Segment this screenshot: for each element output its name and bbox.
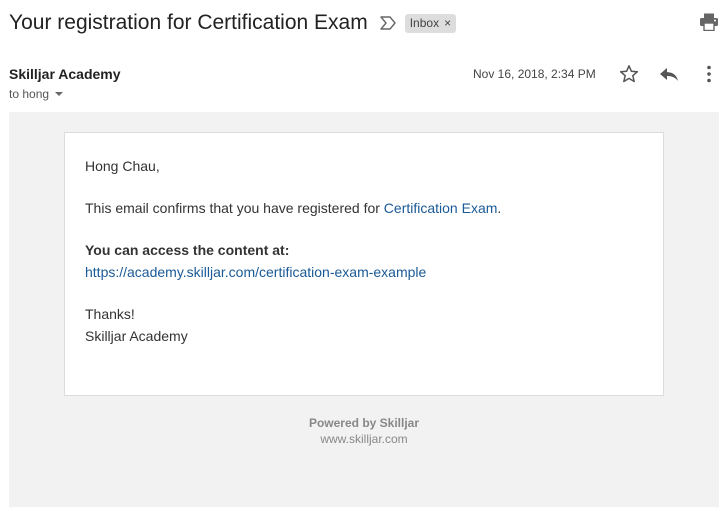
email-card: Hong Chau, This email confirms that you … xyxy=(64,132,664,396)
recipient-toggle[interactable]: to hong xyxy=(9,87,64,101)
email-body: Hong Chau, This email confirms that you … xyxy=(9,112,719,507)
reply-icon[interactable] xyxy=(658,66,680,82)
confirm-suffix: . xyxy=(497,200,502,216)
sender-name: Skilljar Academy xyxy=(9,66,121,82)
access-url-link[interactable]: https://academy.skilljar.com/certificati… xyxy=(85,264,426,280)
remove-label-icon[interactable]: × xyxy=(444,16,451,30)
email-footer: Powered by Skilljar www.skilljar.com xyxy=(9,416,719,446)
label-arrow-icon[interactable] xyxy=(380,16,396,30)
email-subject: Your registration for Certification Exam xyxy=(9,11,368,34)
star-icon[interactable] xyxy=(619,64,639,84)
more-vert-icon[interactable] xyxy=(703,64,715,84)
course-link[interactable]: Certification Exam xyxy=(384,200,498,216)
recipient-text: to hong xyxy=(9,87,50,101)
greeting: Hong Chau, xyxy=(85,158,160,174)
confirmation-text: This email confirms that you have regist… xyxy=(85,197,501,219)
signature: Skilljar Academy xyxy=(85,328,188,344)
access-url-line: https://academy.skilljar.com/certificati… xyxy=(85,261,501,283)
confirm-prefix: This email confirms that you have regist… xyxy=(85,200,384,216)
print-icon[interactable] xyxy=(699,13,719,31)
access-heading: You can access the content at: xyxy=(85,242,290,258)
chevron-down-icon xyxy=(55,92,64,96)
thanks-text: Thanks! xyxy=(85,306,135,322)
inbox-label-chip[interactable]: Inbox × xyxy=(404,13,457,33)
powered-by-text: Powered by Skilljar xyxy=(308,416,420,430)
footer-url[interactable]: www.skilljar.com xyxy=(9,432,719,446)
message-date: Nov 16, 2018, 2:34 PM xyxy=(473,67,596,81)
email-content: Hong Chau, This email confirms that you … xyxy=(85,155,501,347)
subject-row: Your registration for Certification Exam… xyxy=(9,8,457,38)
inbox-label-text: Inbox xyxy=(409,15,440,30)
